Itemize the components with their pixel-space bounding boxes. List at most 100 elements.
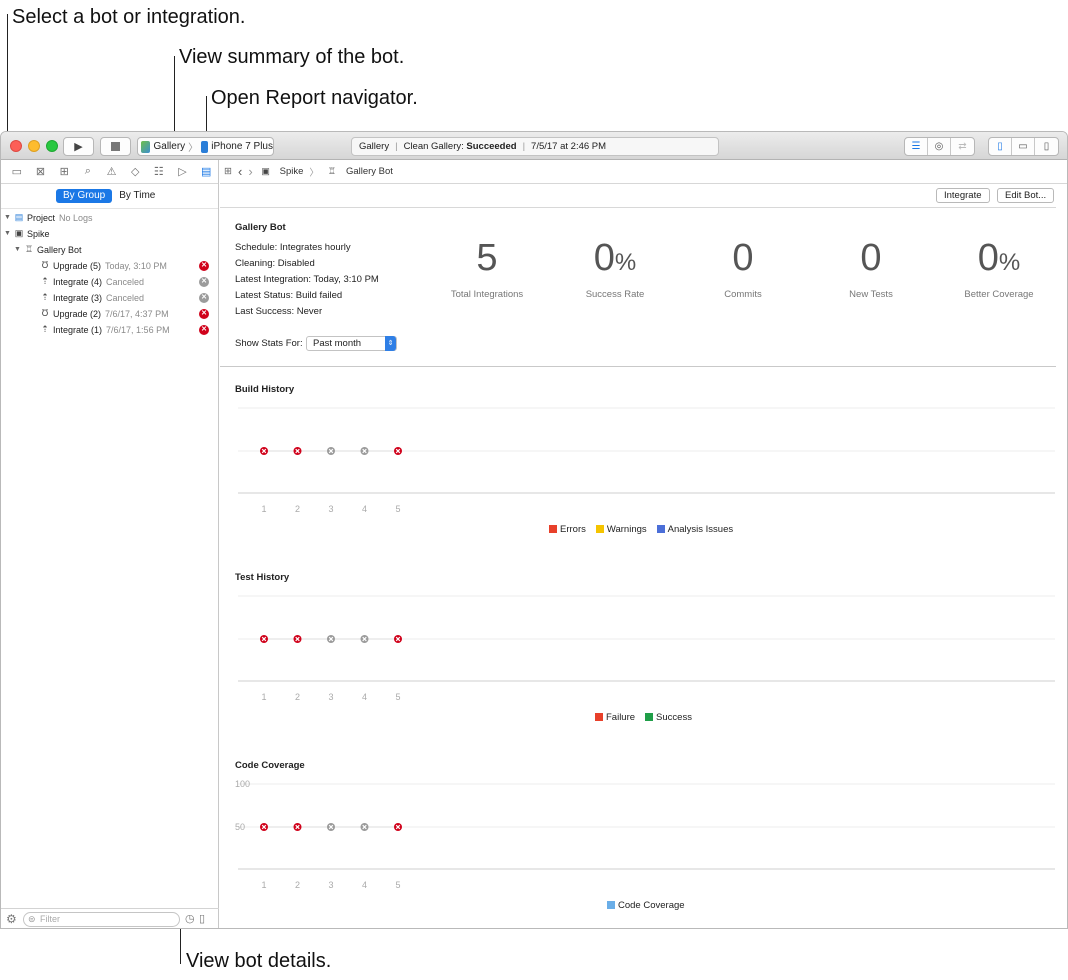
disclosure-triangle-icon[interactable]: ▼: [13, 246, 22, 253]
build-history-legend: Errors Warnings Analysis Issues: [549, 524, 733, 535]
data-point[interactable]: [293, 447, 302, 455]
seg-by-time[interactable]: By Time: [112, 189, 162, 203]
run-button[interactable]: ▶: [63, 137, 94, 156]
minimize-window-button[interactable]: [28, 140, 40, 152]
breakpoint-icon[interactable]: ▷: [171, 165, 195, 178]
play-icon: ▶: [74, 141, 83, 153]
code-coverage-chart: 100 50 1 2 3 4 5: [235, 779, 1055, 890]
integrate-button[interactable]: Integrate: [936, 188, 990, 203]
last-success-text: Last Success: Never: [235, 306, 323, 317]
assistant-editor-icon[interactable]: ◎: [928, 138, 951, 155]
forward-icon[interactable]: ›: [248, 164, 252, 179]
tree-row-project[interactable]: ▼ ▤ Project No Logs: [3, 210, 220, 225]
stat-label: Commits: [724, 289, 762, 300]
tree-row-integration[interactable]: ⇡ Integrate (3) Canceled ✕: [38, 290, 218, 305]
data-point[interactable]: [293, 823, 302, 831]
data-point[interactable]: [327, 823, 335, 831]
data-point[interactable]: [360, 823, 369, 831]
warning-icon[interactable]: ⚠: [100, 165, 124, 178]
tree-row-integration[interactable]: Ʊ Upgrade (2) 7/6/17, 4:37 PM ✕: [38, 306, 218, 321]
data-point[interactable]: [394, 635, 402, 643]
data-point[interactable]: [394, 447, 402, 455]
x-tick-label: 5: [395, 692, 400, 702]
disclosure-triangle-icon[interactable]: ▼: [3, 214, 12, 221]
symbol-icon[interactable]: ⊞: [52, 165, 76, 178]
version-editor-icon[interactable]: ⇄: [951, 138, 974, 155]
bot-icon: ♖: [24, 244, 34, 254]
filter-input[interactable]: ⊜ Filter: [23, 912, 180, 927]
stat-label: Total Integrations: [450, 289, 524, 300]
legend-item: Success: [645, 712, 692, 723]
data-point[interactable]: [327, 447, 335, 455]
folder-icon[interactable]: ▭: [5, 165, 29, 178]
tree-row-bot[interactable]: ▼ ♖ Gallery Bot: [13, 242, 230, 257]
toolbar: ▶ Gallery 〉 iPhone 7 Plus Gallery | Clea…: [1, 132, 1067, 160]
report-icon[interactable]: ▤: [194, 165, 218, 178]
test-icon[interactable]: ◇: [123, 165, 147, 178]
data-point[interactable]: [293, 635, 302, 643]
stat-value: 0: [593, 237, 615, 279]
source-control-icon[interactable]: ⊠: [29, 165, 53, 178]
build-history-chart: 1 2 3 4 5: [238, 407, 1055, 514]
standard-editor-icon[interactable]: ☰: [905, 138, 928, 155]
upgrade-icon: Ʊ: [41, 260, 49, 270]
gear-icon[interactable]: ⚙: [6, 912, 17, 926]
stats-period-select[interactable]: Past month ⇕: [306, 336, 397, 351]
legend-swatch: [607, 901, 615, 909]
x-tick-label: 2: [295, 504, 300, 514]
tree-row-integration[interactable]: ⇡ Integrate (1) 7/6/17, 1:56 PM ✕: [38, 322, 218, 337]
integrate-icon: ⇡: [41, 276, 49, 286]
back-icon[interactable]: ‹: [238, 164, 242, 179]
close-window-button[interactable]: [10, 140, 22, 152]
report-navigator: ▭ ⊠ ⊞ ⌕ ⚠ ◇ ☷ ▷ ▤ By Group By Time ▼ ▤ P…: [1, 160, 220, 928]
bot-icon: ♖: [327, 166, 336, 176]
tree-row-spike[interactable]: ▼ ▣ Spike: [3, 226, 220, 241]
x-tick-label: 3: [328, 880, 333, 890]
callout-select-bot: Select a bot or integration.: [12, 6, 246, 28]
tree-row-integration[interactable]: ⇡ Integrate (4) Canceled ✕: [38, 274, 218, 289]
xcode-window: ▶ Gallery 〉 iPhone 7 Plus Gallery | Clea…: [0, 131, 1068, 929]
latest-integration-text: Latest Integration: Today, 3:10 PM: [235, 274, 379, 285]
recent-icon[interactable]: ◷: [185, 912, 195, 925]
data-point[interactable]: [260, 635, 268, 643]
integrate-icon: ⇡: [41, 324, 49, 334]
search-icon[interactable]: ⌕: [76, 165, 100, 178]
filter-icon: ⊜: [28, 914, 36, 924]
navigator-toggle-icon[interactable]: ▯: [989, 138, 1012, 155]
chevron-right-icon: 〉: [188, 143, 199, 154]
tree-row-integration[interactable]: Ʊ Upgrade (5) Today, 3:10 PM ✕: [38, 258, 218, 273]
debug-area-toggle-icon[interactable]: ▭: [1012, 138, 1035, 155]
data-point[interactable]: [327, 635, 335, 643]
scheme-selector[interactable]: Gallery 〉 iPhone 7 Plus: [137, 137, 274, 156]
stat-label: Better Coverage: [964, 289, 1034, 300]
data-point[interactable]: [360, 447, 369, 455]
stat-value: 0: [860, 237, 882, 279]
related-items-icon[interactable]: ⊞: [224, 166, 232, 177]
disclosure-triangle-icon[interactable]: ▼: [3, 230, 12, 237]
seg-by-group[interactable]: By Group: [56, 189, 113, 203]
stat-success-rate: 0% Success Rate: [551, 236, 679, 300]
integrate-icon: ⇡: [41, 292, 49, 302]
x-tick-label: 3: [328, 504, 333, 514]
integration-name: Integrate (4): [53, 276, 103, 287]
data-point[interactable]: [260, 447, 268, 455]
breadcrumb-spike[interactable]: Spike: [280, 166, 304, 177]
document-icon[interactable]: ▯: [199, 912, 205, 925]
divider: [220, 207, 1056, 208]
chart-title: Code Coverage: [235, 760, 305, 771]
stop-button[interactable]: [100, 137, 131, 156]
stat-label: Success Rate: [585, 289, 645, 300]
zoom-window-button[interactable]: [46, 140, 58, 152]
data-point[interactable]: [394, 823, 402, 831]
latest-status-text: Latest Status: Build failed: [235, 290, 343, 301]
x-tick-label: 4: [362, 504, 367, 514]
server-icon: ▣: [14, 228, 24, 238]
debug-icon[interactable]: ☷: [147, 165, 171, 178]
y-tick-label: 100: [235, 779, 250, 789]
data-point[interactable]: [260, 823, 268, 831]
data-point[interactable]: [360, 635, 369, 643]
edit-bot-button[interactable]: Edit Bot...: [997, 188, 1055, 203]
breadcrumb-bot[interactable]: Gallery Bot: [346, 166, 393, 177]
scheme-project: Gallery: [153, 141, 186, 152]
utilities-toggle-icon[interactable]: ▯: [1035, 138, 1058, 155]
